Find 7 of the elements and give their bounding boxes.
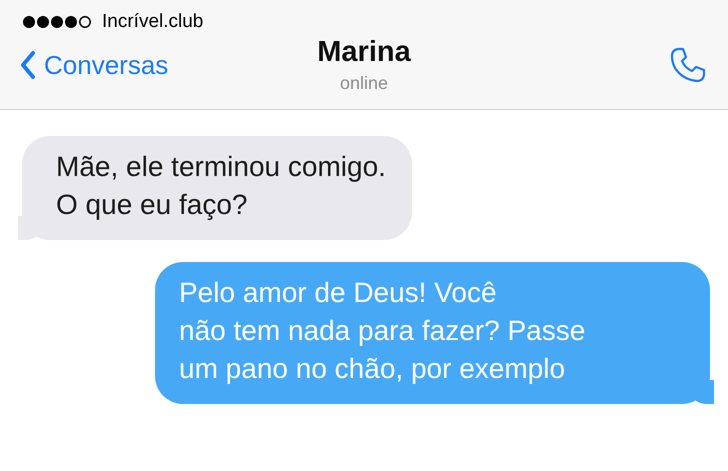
contact-name: Marina bbox=[317, 36, 411, 69]
back-button[interactable]: Conversas bbox=[20, 50, 168, 80]
signal-icon bbox=[22, 14, 94, 28]
contact-status: online bbox=[340, 73, 388, 94]
phone-icon[interactable] bbox=[668, 45, 708, 85]
chevron-icon[interactable] bbox=[20, 50, 36, 80]
carrier-name: Incrível.club bbox=[102, 10, 204, 32]
